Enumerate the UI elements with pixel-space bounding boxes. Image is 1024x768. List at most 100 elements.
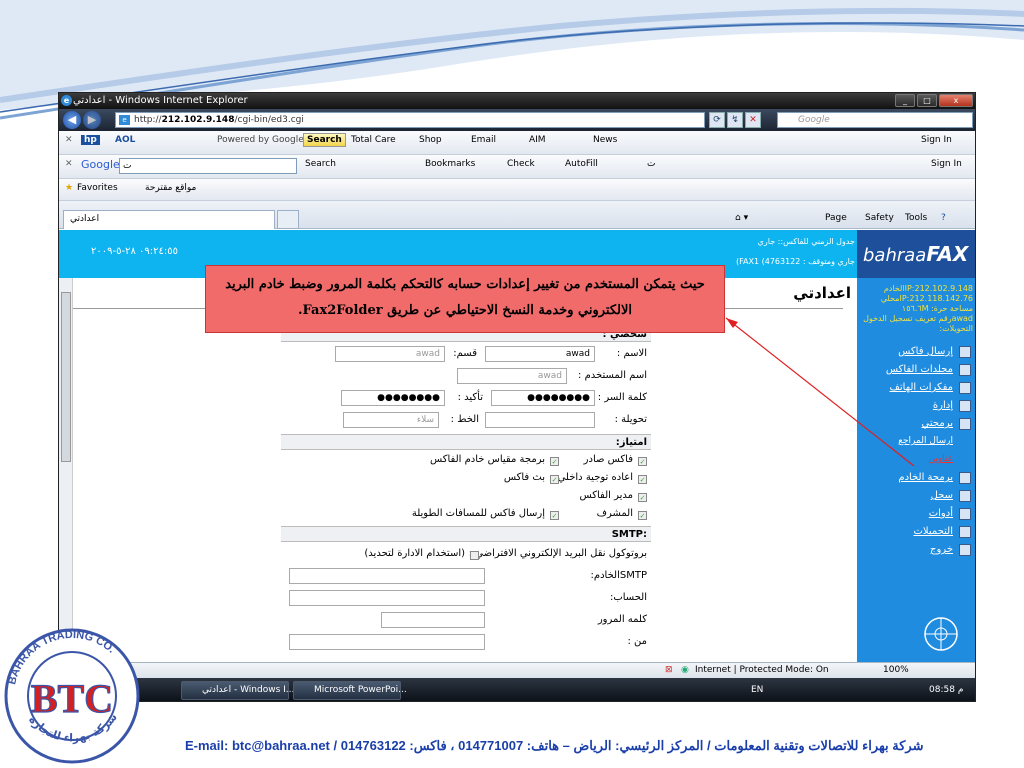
checkbox-internal-redirect[interactable]: ✓: [638, 475, 647, 484]
privilege-long-distance: إرسال فاكس للمسافات الطويلة: [411, 508, 545, 519]
phonebook-icon: [959, 382, 971, 394]
aol-sign-in-button[interactable]: Sign In: [921, 135, 952, 145]
title-bar: e اعدادتي - Windows Internet Explorer _ …: [59, 93, 975, 109]
window-title: اعدادتي - Windows Internet Explorer: [73, 95, 248, 106]
page-scrollbar[interactable]: [59, 278, 73, 662]
globe-target-icon: [924, 617, 958, 651]
stop-button[interactable]: ✕: [745, 112, 761, 128]
sidebar-item-tools[interactable]: أدوات: [929, 508, 953, 519]
shop-button[interactable]: Shop: [419, 135, 442, 145]
google-search-button[interactable]: Search: [305, 159, 336, 169]
checkbox-fax-manager[interactable]: ✓: [638, 493, 647, 502]
sidebar-item-admin[interactable]: إدارة: [933, 400, 953, 411]
footer-contact: شركة بهراء للاتصالات وتقنية المعلومات / …: [185, 738, 924, 753]
favorites-bar: ★ Favorites مواقع مقترحة: [59, 179, 975, 201]
username-label: اسم المستخدم :: [578, 370, 647, 381]
tools-menu[interactable]: Tools: [905, 213, 927, 223]
smtp-account-input[interactable]: [289, 590, 485, 606]
sidebar-item-logout[interactable]: خروج: [930, 544, 953, 555]
refresh-button[interactable]: ⟳: [709, 112, 725, 128]
name-input[interactable]: awad: [485, 346, 595, 362]
page-menu[interactable]: Page: [825, 213, 847, 223]
sidebar-item-log[interactable]: سجل: [931, 490, 953, 501]
callout-line-2: الالكتروني وخدمة النسخ الاحتياطي عن طريق…: [298, 303, 632, 318]
log-icon: [959, 490, 971, 502]
fax-folders-icon: [959, 364, 971, 376]
compat-button[interactable]: ↯: [727, 112, 743, 128]
login-id: awadرقم تعريف تسجيل الدخول: [863, 314, 973, 323]
google-search-input[interactable]: ت: [119, 158, 297, 174]
help-icon[interactable]: ?: [941, 213, 946, 223]
close-google-toolbar-icon[interactable]: ✕: [65, 159, 73, 169]
sidebar-item-downloads[interactable]: التحميلات: [914, 526, 953, 537]
line-select[interactable]: سلاء: [343, 412, 439, 428]
language-indicator[interactable]: EN: [751, 685, 763, 695]
sidebar-item-server-program[interactable]: برمجة الخادم: [898, 472, 953, 483]
aol-label[interactable]: AOL: [115, 135, 135, 145]
send-fax-icon: [959, 346, 971, 358]
checkbox-outgoing-fax[interactable]: ✓: [638, 457, 647, 466]
password-input[interactable]: ●●●●●●●●: [491, 390, 595, 406]
callout-line-1: حيث يتمكن المستخدم من تغيير إعدادات حساب…: [225, 277, 705, 292]
popup-blocked-icon[interactable]: ⊠: [665, 665, 673, 675]
smtp-from-input[interactable]: [289, 634, 485, 650]
taskbar-item-ie[interactable]: اعدادتي - Windows I...: [181, 681, 294, 700]
forward-input[interactable]: [485, 412, 595, 428]
autofill-button[interactable]: AutoFill: [565, 159, 598, 169]
smtp-password-input[interactable]: [381, 612, 485, 628]
google-sign-in-button[interactable]: Sign In: [931, 159, 962, 169]
maximize-button[interactable]: □: [917, 94, 937, 107]
confirm-input[interactable]: ●●●●●●●●: [341, 390, 445, 406]
check-button[interactable]: Check: [507, 159, 535, 169]
tab-settings[interactable]: اعدادتي: [63, 210, 275, 229]
aim-button[interactable]: AIM: [529, 135, 546, 145]
smtp-admin-note: (استخدام الادارة لتحديد): [364, 548, 465, 559]
hp-icon[interactable]: hp: [81, 135, 100, 145]
privilege-fax-manager: مدير الفاكس: [579, 490, 633, 501]
checkbox-long-distance[interactable]: ✓: [550, 511, 559, 520]
url-field[interactable]: e http://212.102.9.148/cgi-bin/ed3.cgi: [115, 112, 705, 128]
security-zone-label[interactable]: Internet | Protected Mode: On: [695, 665, 829, 675]
forwards-label: التحويلات:: [939, 324, 973, 333]
close-toolbar-icon[interactable]: ✕: [65, 135, 73, 145]
back-button[interactable]: ◀: [63, 111, 81, 129]
checkbox-broadcast[interactable]: ✓: [550, 475, 559, 484]
internet-zone-icon: ◉: [681, 665, 689, 675]
close-button[interactable]: x: [939, 94, 973, 107]
sidebar-item-fax-folders[interactable]: مجلدات الفاكس: [886, 364, 953, 375]
sidebar-item-my-program[interactable]: برمجتي: [922, 418, 953, 429]
sidebar-item-send-fax[interactable]: إرسال فاكس: [898, 346, 953, 357]
total-care-button[interactable]: Total Care: [351, 135, 396, 145]
home-icon[interactable]: ⌂ ▾: [735, 213, 748, 223]
news-button[interactable]: News: [593, 135, 617, 145]
address-bar: ◀ ▶ e http://212.102.9.148/cgi-bin/ed3.c…: [59, 109, 975, 131]
dept-input[interactable]: awad: [335, 346, 445, 362]
search-input[interactable]: Google: [777, 112, 973, 128]
sidebar-item-send-references[interactable]: ارسال المراجع: [898, 436, 953, 446]
slide: e اعدادتي - Windows Internet Explorer _ …: [0, 0, 1024, 768]
email-button[interactable]: Email: [471, 135, 496, 145]
line-select-value: سلاء: [416, 415, 434, 425]
taskbar-item-powerpoint[interactable]: Microsoft PowerPoi...: [293, 681, 407, 700]
datetime-label: ٠٩:٢٤:٥٥ ٢٨-٥-٢٠٠٩: [91, 246, 178, 257]
checkbox-supervisor[interactable]: ✓: [638, 511, 647, 520]
zoom-level[interactable]: 100%: [883, 665, 909, 675]
smtp-server-input[interactable]: [289, 568, 485, 584]
new-tab-button[interactable]: [277, 210, 299, 229]
sidebar-item-addresses[interactable]: عناوين: [928, 454, 953, 464]
bookmarks-button[interactable]: Bookmarks: [425, 159, 475, 169]
safety-menu[interactable]: Safety: [865, 213, 894, 223]
aol-search-button[interactable]: Search: [303, 133, 346, 147]
scroll-thumb[interactable]: [61, 292, 71, 462]
forward-button[interactable]: ▶: [83, 111, 101, 129]
translate-button[interactable]: ت: [647, 159, 655, 169]
favorites-button[interactable]: Favorites: [77, 183, 118, 193]
checkbox-server-scale[interactable]: ✓: [550, 457, 559, 466]
suggested-sites-button[interactable]: مواقع مقترحة: [145, 183, 196, 193]
powered-by-label: Powered by Google: [217, 135, 304, 145]
checkbox-smtp-default[interactable]: [470, 551, 479, 560]
sidebar-item-phonebooks[interactable]: مفكرات الهاتف: [890, 382, 953, 393]
privilege-internal-redirect: اعاده توجية داخلي: [557, 472, 633, 483]
username-input[interactable]: awad: [457, 368, 567, 384]
minimize-button[interactable]: _: [895, 94, 915, 107]
